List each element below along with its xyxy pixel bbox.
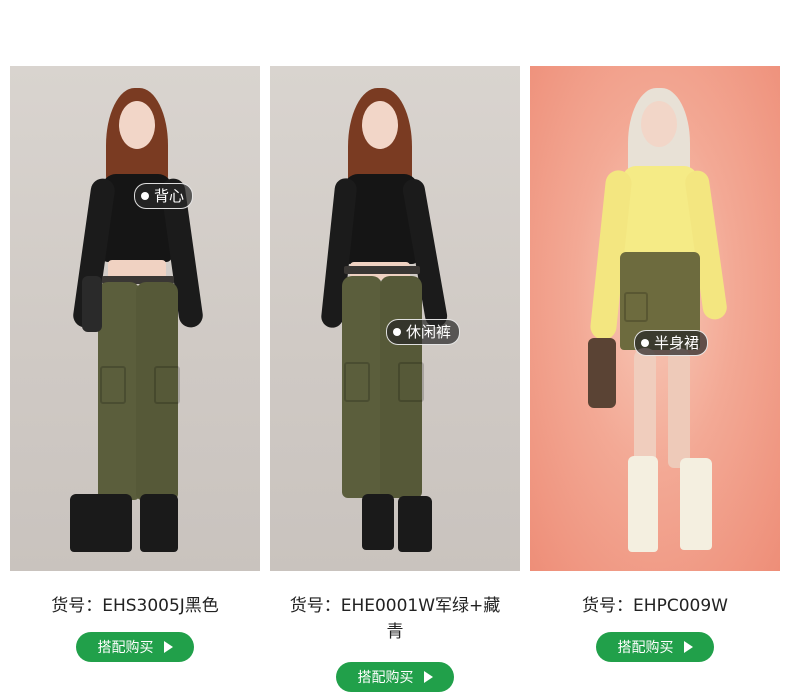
product-photo-1[interactable]: 背心 [10,66,260,571]
play-triangle-icon [163,641,173,653]
product-code-line2: 青 [386,622,404,642]
product-tag-label: 半身裙 [654,334,700,352]
dot-icon [141,192,149,200]
product-tag[interactable]: 背心 [134,183,194,209]
product-tag[interactable]: 半身裙 [634,330,709,356]
dot-icon [641,339,649,347]
product-tag[interactable]: 休闲裤 [386,319,461,345]
product-code: 货号：EHPC009W [530,593,780,619]
model-figure [10,66,260,571]
product-tag-label: 背心 [154,187,185,205]
product-card-3: 半身裙 货号：EHPC009W 搭配购买 [530,66,780,662]
product-code-line1: 货号：EHPC009W [582,596,728,616]
product-code-line1: 货号：EHE0001W军绿+藏 [289,596,501,616]
play-triangle-icon [423,671,433,683]
buy-button-label: 搭配购买 [357,670,414,686]
product-tag-label: 休闲裤 [406,323,452,341]
product-code: 货号：EHS3005J黑色 [10,593,260,619]
product-card-2: 休闲裤 货号：EHE0001W军绿+藏 青 搭配购买 [270,66,520,692]
buy-button[interactable]: 搭配购买 [336,662,454,692]
buy-button[interactable]: 搭配购买 [76,632,194,662]
product-code-line1: 货号：EHS3005J黑色 [51,596,219,616]
dot-icon [393,328,401,336]
product-card-1: 背心 货号：EHS3005J黑色 搭配购买 [10,66,260,662]
play-triangle-icon [683,641,693,653]
buy-button[interactable]: 搭配购买 [596,632,714,662]
buy-button-label: 搭配购买 [97,640,154,656]
product-photo-3[interactable]: 半身裙 [530,66,780,571]
product-photo-2[interactable]: 休闲裤 [270,66,520,571]
buy-button-label: 搭配购买 [617,640,674,656]
model-figure [530,66,780,571]
product-code: 货号：EHE0001W军绿+藏 青 [270,593,520,645]
